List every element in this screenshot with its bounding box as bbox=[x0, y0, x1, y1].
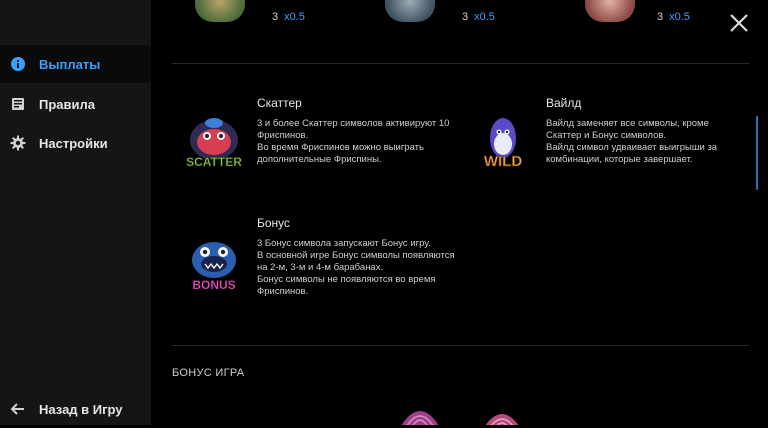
sidebar: Выплаты Правила Настройки Назад в Игру bbox=[0, 0, 151, 425]
gear-icon bbox=[10, 135, 26, 151]
back-to-game-button[interactable]: Назад в Игру bbox=[0, 390, 151, 428]
divider bbox=[172, 63, 749, 64]
sidebar-item-label: Правила bbox=[39, 96, 95, 112]
bonus-badge: BONUS bbox=[192, 278, 235, 292]
scatter-badge: SCATTER bbox=[186, 155, 242, 169]
info-icon bbox=[10, 56, 26, 72]
wild-badge: WILD bbox=[484, 153, 522, 170]
scatter-title: Скаттер bbox=[257, 96, 302, 110]
divider bbox=[172, 345, 749, 346]
sidebar-item-rules[interactable]: Правила bbox=[0, 85, 151, 123]
wild-description: Вайлд заменяет все символы, кроме Скатте… bbox=[546, 118, 718, 165]
bonus-title: Бонус bbox=[257, 216, 291, 230]
bonus-game-shell-image bbox=[397, 399, 443, 425]
bonus-game-section-title: БОНУС ИГРА bbox=[172, 367, 245, 379]
book-icon bbox=[10, 96, 26, 112]
scatter-description: 3 и более Скаттер символов активируют 10… bbox=[257, 118, 450, 165]
sidebar-item-label: Выплаты bbox=[39, 56, 101, 72]
paytable-panel[interactable]: 3 x0.5 3 x0.5 3 x0.5 SCATTER Скаттер 3 и бо… bbox=[151, 0, 768, 425]
symbol-thumbnail bbox=[195, 0, 245, 22]
scatter-symbol-image: SCATTER bbox=[183, 112, 245, 174]
bonus-description: 3 Бонус символа запускают Бонус игру. В … bbox=[257, 238, 455, 297]
symbol-thumbnail bbox=[585, 0, 635, 22]
scrollbar[interactable] bbox=[756, 116, 758, 190]
back-to-game-label: Назад в Игру bbox=[39, 401, 123, 417]
payout-line: 3 x0.5 bbox=[272, 11, 305, 23]
symbol-thumbnail bbox=[385, 0, 435, 22]
sidebar-item-settings[interactable]: Настройки bbox=[0, 124, 151, 162]
arrow-left-icon bbox=[10, 401, 26, 417]
wild-symbol-image: WILD bbox=[472, 112, 534, 174]
bonus-symbol-image: BONUS bbox=[183, 234, 245, 296]
payout-line: 3 x0.5 bbox=[462, 11, 495, 23]
close-icon bbox=[730, 14, 748, 32]
bonus-game-shell-image bbox=[479, 402, 525, 425]
payout-line: 3 x0.5 bbox=[657, 11, 690, 23]
close-button[interactable] bbox=[727, 11, 751, 35]
wild-title: Вайлд bbox=[546, 96, 582, 110]
sidebar-item-label: Настройки bbox=[39, 135, 108, 151]
sidebar-item-payouts[interactable]: Выплаты bbox=[0, 45, 151, 83]
